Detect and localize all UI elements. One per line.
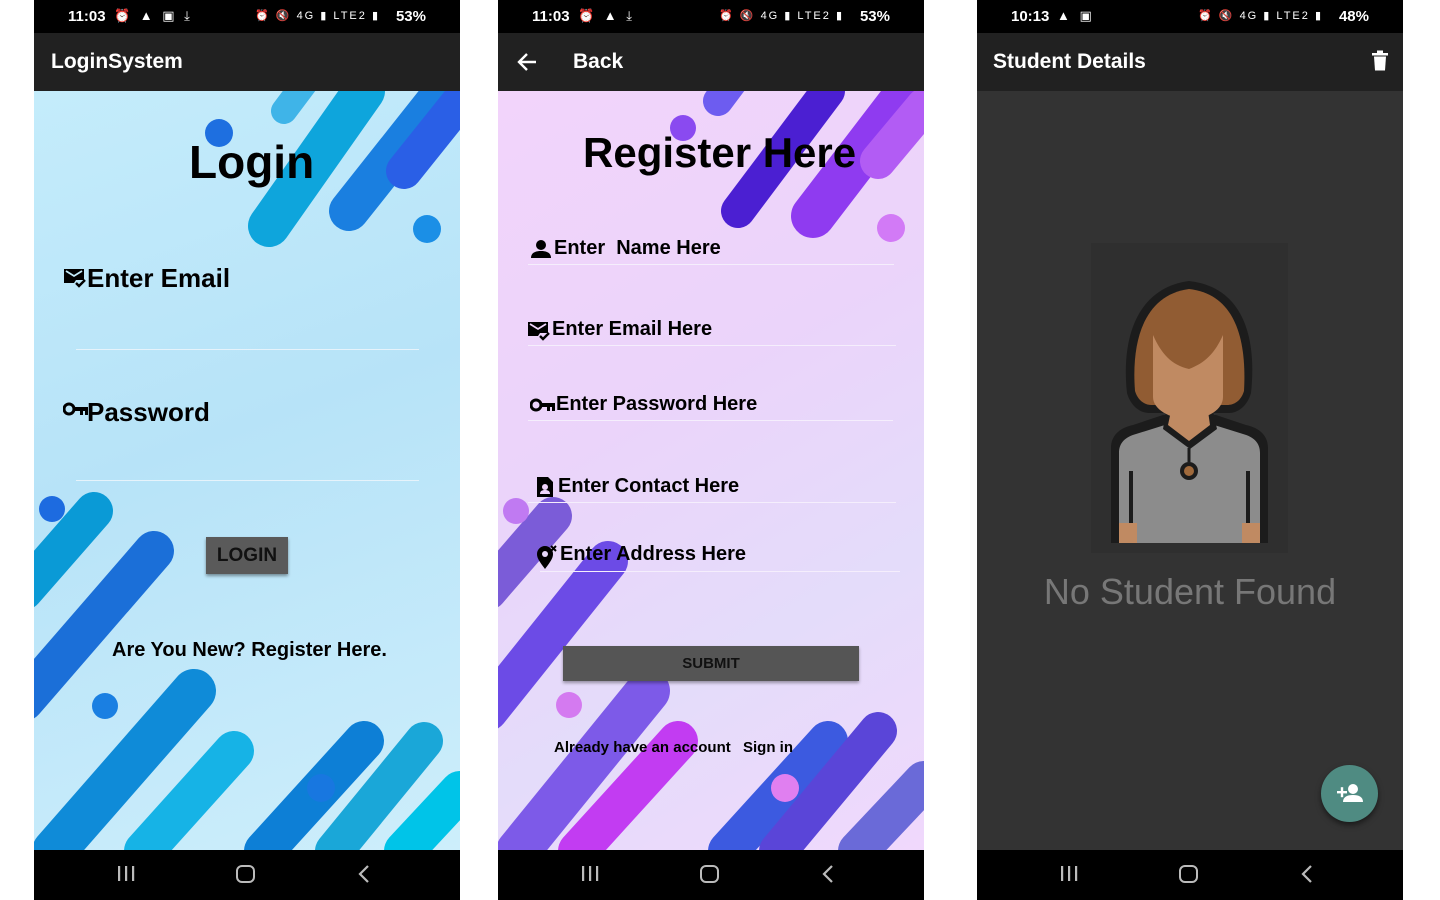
back-arrow-icon[interactable] [516,51,538,73]
app-bar: Student Details [977,33,1403,91]
battery-level: 53% [395,8,426,25]
recent-apps-icon[interactable] [581,863,599,885]
contact-field[interactable]: Enter Contact Here [558,475,739,498]
password-field[interactable]: Enter Password Here [556,393,757,416]
login-button[interactable]: LOGIN [206,537,288,574]
back-nav-icon[interactable] [820,863,836,885]
name-underline [528,264,894,265]
login-screen: 11:03 ⏰ ▲ ▣ ⤓ ⏰ 🔇 4G ▮ LTE2 ▮ 53% LoginS… [34,0,460,900]
email-field[interactable]: Enter Email Here [552,318,712,341]
status-bar: 11:03 ⏰ ▲ ▣ ⤓ ⏰ 🔇 4G ▮ LTE2 ▮ 53% [34,0,460,33]
register-screen: 11:03 ⏰ ▲ ⤓ ⏰ 🔇 4G ▮ LTE2 ▮ 53% Back Reg… [498,0,924,900]
background-decoration [34,91,460,850]
status-time: 11:03 [68,8,106,25]
status-left-icons: ⏰ ▲ ⤓ [578,8,636,23]
page-title: Login [189,136,315,188]
trash-icon[interactable] [1371,50,1389,72]
battery-level: 53% [859,8,890,25]
password-underline [76,480,419,481]
email-underline [76,349,419,350]
register-link[interactable]: Are You New? Register Here. [112,639,387,662]
navigation-bar [34,850,460,900]
background-decoration [498,91,924,850]
navigation-bar [498,850,924,900]
status-right-icons: ⏰ 🔇 4G ▮ LTE2 ▮ [719,10,844,22]
empty-state-text: No Student Found [1043,571,1337,612]
address-field[interactable]: Enter Address Here [560,543,746,566]
email-underline [528,345,896,346]
app-title: LoginSystem [51,50,183,73]
password-underline [528,420,893,421]
status-bar: 11:03 ⏰ ▲ ⤓ ⏰ 🔇 4G ▮ LTE2 ▮ 53% [498,0,924,33]
key-icon [63,402,88,416]
person-icon [531,240,551,258]
student-list-area: No Student Found [977,91,1403,850]
add-student-button[interactable] [1321,765,1378,822]
back-nav-icon[interactable] [1299,863,1315,885]
recent-apps-icon[interactable] [1060,863,1078,885]
location-pin-icon [537,545,557,569]
home-icon[interactable] [1178,863,1200,885]
status-right-icons: ⏰ 🔇 4G ▮ LTE2 ▮ [1198,10,1323,22]
add-person-icon [1337,784,1363,802]
account-prompt: Already have an account [554,739,731,756]
submit-button[interactable]: SUBMIT [563,646,859,681]
home-icon[interactable] [235,863,257,885]
app-bar: LoginSystem [34,33,460,91]
status-time: 10:13 [1011,8,1050,25]
status-left-icons: ▲ ▣ [1057,8,1095,23]
key-icon [530,398,555,412]
register-content: Register Here Enter Name Here Enter Emai… [498,91,924,850]
name-field[interactable]: Enter Name Here [554,237,721,260]
page-title: Register Here [583,129,857,176]
contact-card-icon [537,477,553,497]
empty-student-avatar [1091,243,1288,553]
home-icon[interactable] [699,863,721,885]
student-details-screen: 10:13 ▲ ▣ ⏰ 🔇 4G ▮ LTE2 ▮ 48% Student De… [977,0,1403,900]
status-left-icons: ⏰ ▲ ▣ ⤓ [114,8,193,23]
app-bar: Back [498,33,924,91]
address-underline [540,571,900,572]
status-right-icons: ⏰ 🔇 4G ▮ LTE2 ▮ [255,10,380,22]
app-title: Student Details [993,50,1146,73]
battery-level: 48% [1338,8,1369,25]
navigation-bar [977,850,1403,900]
sign-in-link[interactable]: Sign in [743,739,793,756]
recent-apps-icon[interactable] [117,863,135,885]
status-time: 11:03 [532,8,570,25]
status-bar: 10:13 ▲ ▣ ⏰ 🔇 4G ▮ LTE2 ▮ 48% [977,0,1403,33]
password-field[interactable]: Password [87,397,210,428]
email-field[interactable]: Enter Email [87,263,230,294]
login-content: Login Enter Email Password LOGIN Are You… [34,91,460,850]
back-label[interactable]: Back [573,50,623,74]
contact-underline [528,502,896,503]
mail-check-icon [528,322,550,341]
mail-check-icon [64,269,86,288]
back-nav-icon[interactable] [356,863,372,885]
